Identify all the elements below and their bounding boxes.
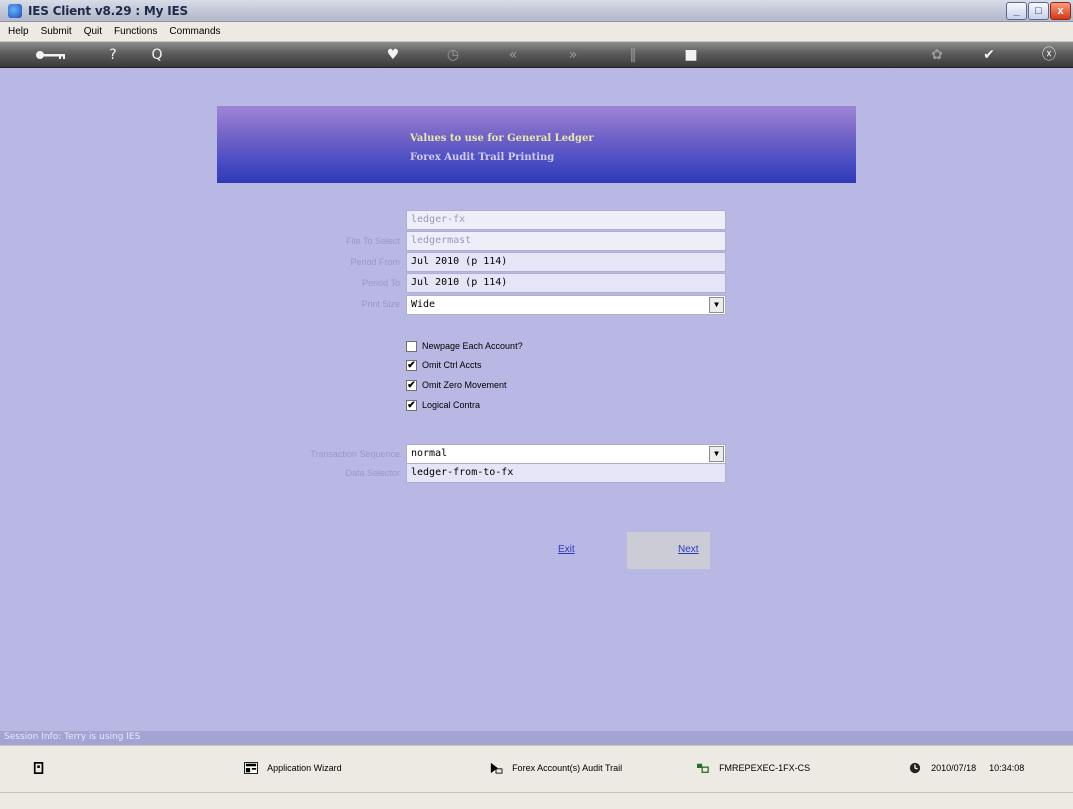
period-from-field[interactable]: Jul 2010 (p 114): [406, 252, 726, 272]
chevron-down-icon[interactable]: ▼: [709, 446, 724, 462]
file-to-select-label: File To Select: [346, 236, 400, 246]
heart-icon[interactable]: ♥: [383, 45, 403, 65]
document-icon: [33, 762, 44, 775]
pause-icon[interactable]: ‖: [623, 45, 643, 65]
settings-icon[interactable]: ✿: [927, 45, 947, 65]
status-menu-item[interactable]: [32, 762, 52, 776]
module-field: ledger-fx: [406, 210, 726, 230]
session-info-bar: Session Info: Terry is using IES: [0, 731, 1073, 745]
report-icon: [490, 762, 503, 774]
rewind-icon[interactable]: «: [503, 45, 523, 65]
status-time: 10:34:08: [989, 763, 1025, 774]
window-title: IES Client v8.29 : My IES: [28, 4, 188, 18]
minimize-button[interactable]: _: [1006, 2, 1027, 20]
status-report-name[interactable]: Forex Account(s) Audit Trail: [489, 762, 622, 776]
program-name-label: FMREPEXEC-1FX-CS: [719, 763, 811, 774]
wizard-icon: [244, 762, 258, 775]
file-to-select-field: ledgermast: [406, 231, 726, 251]
minimize-icon: _: [1013, 5, 1020, 17]
menu-commands[interactable]: Commands: [163, 22, 226, 42]
checkbox-box[interactable]: [406, 341, 417, 352]
status-datetime: 2010/07/18 10:34:08: [908, 762, 1024, 776]
bottom-strip: [0, 792, 1073, 809]
close-button[interactable]: x: [1050, 2, 1071, 20]
checkbox-box[interactable]: ✔: [406, 380, 417, 391]
status-date: 2010/07/18: [931, 763, 977, 774]
chevron-down-icon[interactable]: ▼: [709, 297, 724, 313]
checkbox-label: Logical Contra: [422, 400, 481, 410]
app-wizard-label: Application Wizard: [267, 763, 342, 774]
period-from-label: Period From: [350, 257, 400, 267]
clock-icon[interactable]: ◷: [443, 45, 463, 65]
status-app-wizard[interactable]: Application Wizard: [244, 762, 342, 776]
data-selector-field[interactable]: ledger-from-to-fx: [406, 463, 726, 483]
menu-functions[interactable]: Functions: [108, 22, 163, 42]
header-banner: Values to use for General Ledger Forex A…: [217, 106, 856, 183]
checkbox-label: Newpage Each Account?: [422, 341, 523, 351]
checkbox-label: Omit Zero Movement: [422, 380, 507, 390]
transaction-sequence-select[interactable]: normal ▼: [406, 444, 726, 464]
checkbox-box[interactable]: ✔: [406, 400, 417, 411]
maximize-button[interactable]: □: [1028, 2, 1049, 20]
report-name-label: Forex Account(s) Audit Trail: [512, 763, 623, 774]
toolbar: ? Q ♥ ◷ « » ‖ ■ ✿ ✔ ⓧ: [0, 42, 1073, 68]
close-icon: x: [1057, 5, 1064, 17]
exit-link[interactable]: Exit: [558, 544, 575, 555]
menu-quit[interactable]: Quit: [78, 22, 108, 42]
transaction-sequence-label: Transaction Sequence: [310, 449, 400, 459]
app-icon: [8, 4, 22, 18]
status-bar: Application Wizard Forex Account(s) Audi…: [0, 745, 1073, 792]
key-icon[interactable]: [34, 45, 68, 65]
banner-title: Values to use for General Ledger: [410, 133, 594, 144]
print-size-value: Wide: [411, 299, 436, 310]
checkbox-label: Omit Ctrl Accts: [422, 360, 482, 370]
maximize-icon: □: [1035, 5, 1042, 17]
status-program-name[interactable]: FMREPEXEC-1FX-CS: [696, 762, 810, 776]
print-size-label: Print Size: [361, 299, 400, 309]
menu-bar: Help Submit Quit Functions Commands: [0, 22, 1073, 42]
search-icon[interactable]: Q: [147, 45, 167, 65]
program-icon: [697, 763, 709, 774]
stop-icon[interactable]: ■: [681, 45, 701, 65]
ok-icon[interactable]: ✔: [979, 45, 999, 65]
transaction-sequence-value: normal: [411, 448, 448, 459]
menu-help[interactable]: Help: [0, 22, 35, 42]
title-bar[interactable]: IES Client v8.29 : My IES _ □ x: [0, 0, 1073, 22]
period-to-field[interactable]: Jul 2010 (p 114): [406, 273, 726, 293]
forward-icon[interactable]: »: [563, 45, 583, 65]
checkbox-box[interactable]: ✔: [406, 360, 417, 371]
print-size-select[interactable]: Wide ▼: [406, 295, 726, 315]
data-selector-label: Data Selector: [345, 468, 400, 478]
clock-icon: [909, 762, 921, 774]
app-window: IES Client v8.29 : My IES _ □ x Help Sub…: [0, 0, 1073, 809]
menu-submit[interactable]: Submit: [35, 22, 78, 42]
close-icon[interactable]: ⓧ: [1039, 45, 1059, 65]
next-link[interactable]: Next: [678, 544, 699, 555]
banner-subtitle: Forex Audit Trail Printing: [410, 152, 555, 163]
period-to-label: Period To: [362, 278, 400, 288]
session-info-text: Session Info: Terry is using IES: [4, 732, 141, 742]
help-icon[interactable]: ?: [103, 45, 123, 65]
